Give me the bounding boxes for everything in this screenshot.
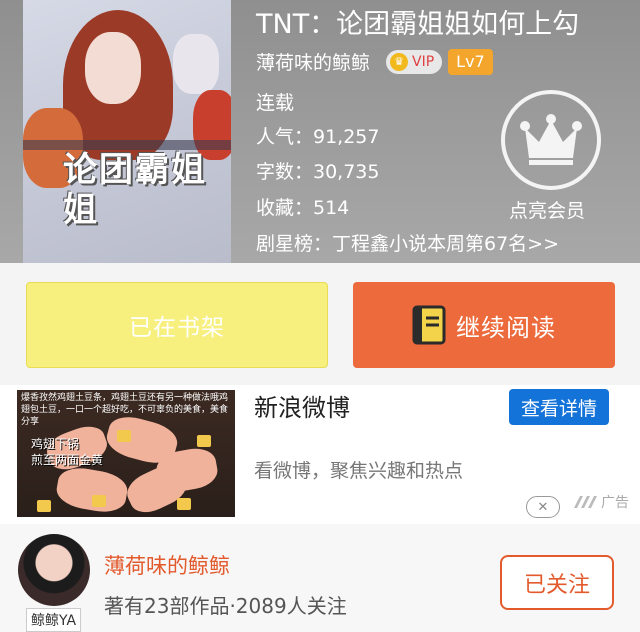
vip-membership-label[interactable]: 点亮会员 (509, 196, 585, 223)
food-shape (37, 500, 51, 512)
ad-close-button[interactable]: ✕ (526, 496, 560, 518)
cover-figure-face (85, 32, 141, 104)
food-shape (197, 435, 211, 447)
ad-label: 广告 (601, 495, 629, 511)
in-bookshelf-label: 已在书架 (129, 315, 225, 341)
vip-membership-button[interactable] (501, 90, 601, 190)
serial-status: 连载 (256, 92, 295, 114)
word-count-stat: 字数：30,735 (256, 161, 380, 183)
ad-mark: 广告 (572, 492, 629, 512)
ad-view-details-button[interactable]: 查看详情 (509, 389, 609, 425)
cover-title-art: 论团霸姐姐 (63, 150, 207, 230)
food-shape (117, 430, 131, 442)
ad-thumbnail-caption: 鸡翅下锅 煎至两面金黄 (31, 437, 104, 467)
continue-reading-button[interactable]: 继续阅读 (353, 282, 615, 368)
author-avatar[interactable] (18, 534, 90, 606)
food-shape (92, 495, 106, 507)
book-icon (412, 305, 446, 345)
close-icon: ✕ (537, 499, 549, 515)
author-card: 鲸鲸YA 薄荷味的鲸鲸 著有23部作品·2089人关注 已关注 (0, 524, 640, 632)
food-shape (177, 498, 191, 510)
crown-icon: ♛ (390, 52, 409, 71)
ad-banner[interactable]: 爆香孜然鸡翅土豆条，鸡翅土豆还有另一种做法哦鸡翅包土豆，一口一个超好吃，不可辜负… (0, 385, 640, 524)
ad-thumbnail[interactable]: 爆香孜然鸡翅土豆条，鸡翅土豆还有另一种做法哦鸡翅包土豆，一口一个超好吃，不可辜负… (17, 390, 235, 517)
book-title: TNT：论团霸姐姐如何上勾 (256, 9, 580, 40)
ranking-link[interactable]: 剧星榜：丁程鑫小说本周第67名>> (256, 229, 559, 256)
in-bookshelf-button[interactable]: 已在书架 (26, 282, 328, 368)
food-shape (54, 464, 130, 516)
popularity-stat: 人气：91,257 (256, 126, 380, 148)
cover-strip (23, 140, 231, 150)
action-bar: 已在书架 继续阅读 (0, 263, 640, 385)
crown-icon (520, 114, 582, 165)
avatar-tag: 鲸鲸YA (26, 608, 82, 632)
cover-figure (173, 34, 219, 94)
author-link[interactable]: 薄荷味的鲸鲸 (256, 48, 370, 75)
ad-description: 看微博，聚焦兴趣和热点 (254, 460, 464, 482)
ad-title: 新浪微博 (254, 394, 350, 422)
follow-button[interactable]: 已关注 (500, 555, 614, 610)
ad-logo-icon (574, 496, 597, 508)
author-name-link[interactable]: 薄荷味的鲸鲸 (104, 550, 230, 580)
vip-badge-label: VIP (412, 53, 435, 70)
book-header: 论团霸姐姐 TNT：论团霸姐姐如何上勾 薄荷味的鲸鲸 ♛ VIP Lv7 连载 … (0, 0, 640, 263)
favorites-stat: 收藏：514 (256, 197, 350, 219)
book-cover-image[interactable]: 论团霸姐姐 (23, 0, 231, 263)
level-badge: Lv7 (448, 48, 493, 75)
vip-badge: ♛ VIP (386, 49, 443, 74)
author-row: 薄荷味的鲸鲸 ♛ VIP Lv7 (256, 48, 493, 75)
continue-reading-label: 继续阅读 (456, 313, 556, 342)
author-stats: 著有23部作品·2089人关注 (104, 594, 347, 618)
